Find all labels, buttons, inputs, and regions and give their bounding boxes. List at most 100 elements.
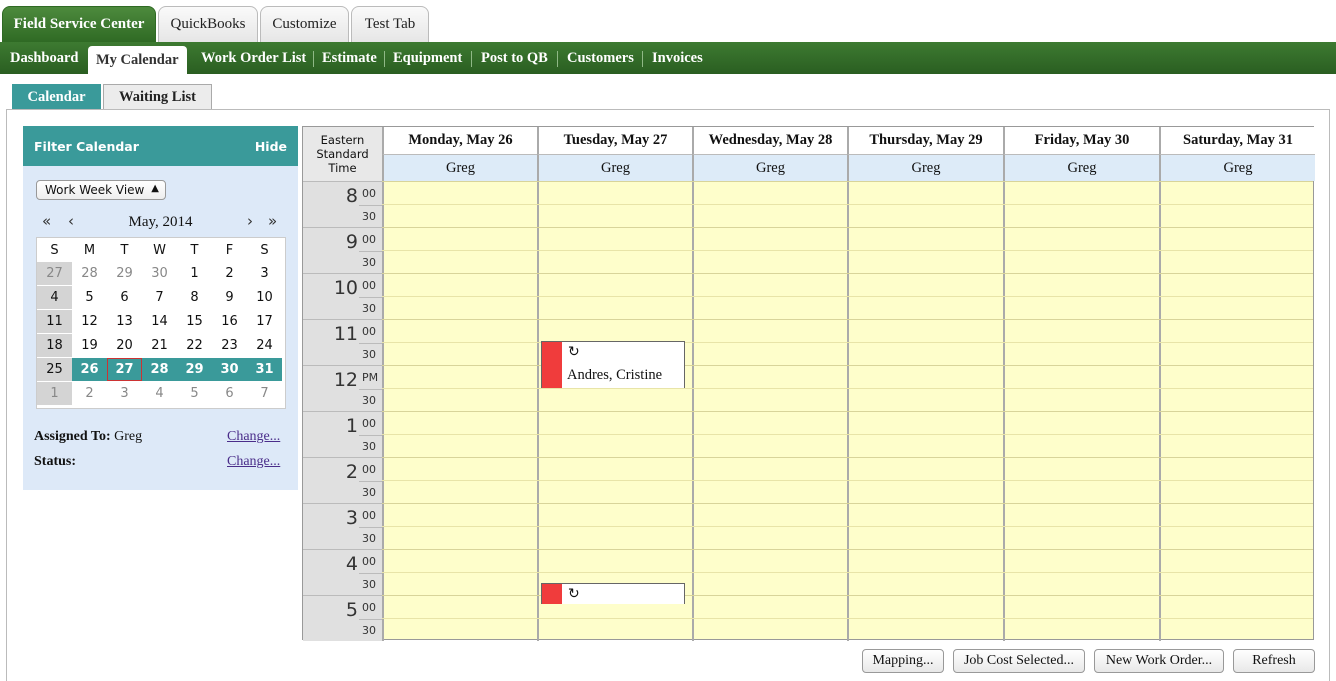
- resource-header: Greg: [1159, 154, 1315, 181]
- refresh-button[interactable]: Refresh: [1233, 649, 1315, 673]
- calendar-day[interactable]: 16: [212, 310, 247, 333]
- hour-row: 11 00 30: [303, 319, 382, 365]
- time-slot-line: [382, 388, 1313, 389]
- calendar-day[interactable]: 1: [177, 262, 212, 285]
- job-cost-selected-button[interactable]: Job Cost Selected...: [953, 649, 1085, 673]
- hide-link[interactable]: Hide: [255, 139, 287, 154]
- minute-label: 00: [362, 233, 376, 246]
- nav-dashboard[interactable]: Dashboard: [10, 42, 79, 74]
- time-slot-line: [382, 595, 1313, 596]
- calendar-day[interactable]: 5: [72, 286, 107, 309]
- calendar-day[interactable]: 3: [107, 382, 142, 405]
- half-hour-line: [359, 573, 382, 574]
- nav-customers[interactable]: Customers: [567, 42, 634, 74]
- nav-my-calendar[interactable]: My Calendar: [88, 46, 187, 74]
- view-select[interactable]: Work Week View ▲: [36, 180, 166, 200]
- calendar-day[interactable]: 30: [142, 262, 177, 285]
- time-slot-line: [382, 572, 1313, 573]
- tab-customize[interactable]: Customize: [260, 6, 349, 42]
- calendar-day[interactable]: 25: [37, 358, 72, 381]
- tab-test-tab[interactable]: Test Tab: [351, 6, 429, 42]
- calendar-day[interactable]: 21: [142, 334, 177, 357]
- calendar-day[interactable]: 6: [107, 286, 142, 309]
- event-card[interactable]: ↻: [541, 583, 685, 604]
- calendar-day[interactable]: 8: [177, 286, 212, 309]
- calendar-day[interactable]: 31: [247, 358, 282, 381]
- resource-header: Greg: [1003, 154, 1159, 181]
- hour-label: 4: [345, 553, 358, 575]
- next-month-icon[interactable]: ›: [247, 212, 253, 230]
- calendar-day[interactable]: 9: [212, 286, 247, 309]
- calendar-day[interactable]: 26: [72, 358, 107, 381]
- hour-label: 3: [345, 507, 358, 529]
- change-assigned-link[interactable]: Change...: [227, 429, 280, 445]
- time-slot-line: [382, 411, 1313, 412]
- calendar-day[interactable]: 3: [247, 262, 282, 285]
- calendar-day[interactable]: 27: [107, 358, 142, 381]
- time-gutter: 8 00 30 9 00 30 10 00 30 11 00 30 12 PM 30 1 00 30 2 00 30 3 0…: [303, 181, 382, 641]
- weekday-label: W: [153, 243, 166, 258]
- half-hour-line: [359, 343, 382, 344]
- calendar-day[interactable]: 4: [37, 286, 72, 309]
- event-card[interactable]: ↻ Andres, Cristine: [541, 341, 685, 388]
- calendar-day[interactable]: 23: [212, 334, 247, 357]
- mapping-button[interactable]: Mapping...: [862, 649, 944, 673]
- calendar-day[interactable]: 19: [72, 334, 107, 357]
- new-work-order-button[interactable]: New Work Order...: [1094, 649, 1224, 673]
- resource-header: Greg: [847, 154, 1003, 181]
- resource-header: Greg: [382, 154, 537, 181]
- resource-header: Greg: [537, 154, 692, 181]
- nav-equipment[interactable]: Equipment: [393, 42, 462, 74]
- calendar-day[interactable]: 6: [212, 382, 247, 405]
- calendar-day[interactable]: 11: [37, 310, 72, 333]
- calendar-day[interactable]: 29: [107, 262, 142, 285]
- calendar-day[interactable]: 18: [37, 334, 72, 357]
- calendar-day[interactable]: 10: [247, 286, 282, 309]
- calendar-day[interactable]: 12: [72, 310, 107, 333]
- filter-header: Filter Calendar Hide: [23, 126, 298, 166]
- half-hour-line: [359, 297, 382, 298]
- tab-waiting-list[interactable]: Waiting List: [103, 84, 212, 110]
- calendar-day[interactable]: 17: [247, 310, 282, 333]
- tab-quickbooks[interactable]: QuickBooks: [158, 6, 258, 42]
- minute-label: 00: [362, 601, 376, 614]
- nav-invoices[interactable]: Invoices: [652, 42, 703, 74]
- calendar-day[interactable]: 22: [177, 334, 212, 357]
- filter-panel: Filter Calendar Hide Work Week View ▲ « …: [23, 126, 298, 490]
- weekday-label: M: [83, 243, 96, 258]
- tab-field-service-center[interactable]: Field Service Center: [2, 6, 156, 42]
- prev-month-icon[interactable]: ‹: [68, 212, 74, 230]
- calendar-day[interactable]: 7: [142, 286, 177, 309]
- calendar-day[interactable]: 27: [37, 262, 72, 285]
- timezone-label: Eastern Standard Time: [303, 127, 382, 181]
- event-title: Andres, Cristine: [567, 367, 663, 383]
- calendar-day[interactable]: 2: [72, 382, 107, 405]
- calendar-day[interactable]: 7: [247, 382, 282, 405]
- nav-post-to-qb[interactable]: Post to QB: [481, 42, 548, 74]
- calendar-day[interactable]: 4: [142, 382, 177, 405]
- hour-label: 10: [333, 277, 358, 299]
- calendar-day[interactable]: 1: [37, 382, 72, 405]
- calendar-day[interactable]: 14: [142, 310, 177, 333]
- time-slot-line: [382, 503, 1313, 504]
- filter-title: Filter Calendar: [34, 138, 139, 154]
- calendar-day[interactable]: 30: [212, 358, 247, 381]
- minute-label: 00: [362, 509, 376, 522]
- calendar-day[interactable]: 20: [107, 334, 142, 357]
- hour-row: 10 00 30: [303, 273, 382, 319]
- calendar-day[interactable]: 2: [212, 262, 247, 285]
- time-slot-line: [382, 549, 1313, 550]
- calendar-day[interactable]: 29: [177, 358, 212, 381]
- change-status-link[interactable]: Change...: [227, 454, 280, 470]
- tab-calendar[interactable]: Calendar: [12, 84, 101, 110]
- calendar-day[interactable]: 15: [177, 310, 212, 333]
- calendar-day[interactable]: 5: [177, 382, 212, 405]
- first-month-icon[interactable]: «: [42, 212, 51, 230]
- calendar-day[interactable]: 13: [107, 310, 142, 333]
- nav-estimate[interactable]: Estimate: [322, 42, 377, 74]
- calendar-day[interactable]: 24: [247, 334, 282, 357]
- calendar-day[interactable]: 28: [72, 262, 107, 285]
- nav-work-order-list[interactable]: Work Order List: [201, 42, 306, 74]
- calendar-day[interactable]: 28: [142, 358, 177, 381]
- last-month-icon[interactable]: »: [268, 212, 277, 230]
